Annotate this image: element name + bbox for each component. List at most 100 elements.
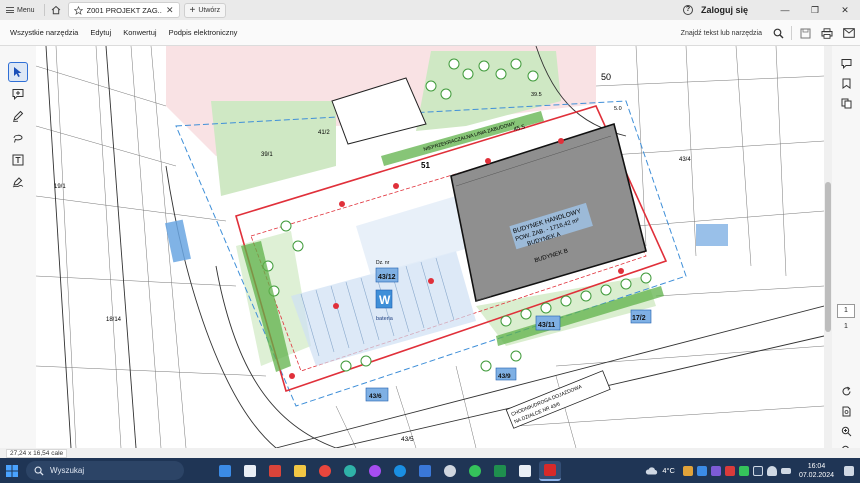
scrollbar-thumb[interactable] — [825, 182, 831, 332]
vertical-scrollbar[interactable] — [824, 46, 832, 448]
taskbar-search[interactable]: Wyszukaj — [26, 461, 184, 480]
clock[interactable]: 16:04 07.02.2024 — [799, 462, 834, 480]
mail-app-icon[interactable] — [214, 461, 236, 481]
title-bar: Menu Z001 PROJEKT ZAG... ✕ + Utwórz ? Za… — [0, 0, 860, 20]
draw-tool[interactable] — [8, 128, 28, 148]
stamp-tool[interactable] — [8, 172, 28, 192]
new-tab-button[interactable]: + Utwórz — [183, 2, 227, 18]
zoom-in-icon — [841, 426, 851, 436]
email-button[interactable] — [838, 22, 860, 44]
login-link[interactable]: Zaloguj się — [701, 5, 748, 15]
parcel-41-2: 41/2 — [318, 130, 330, 136]
right-tool-rail: 1 1 — [832, 46, 860, 455]
fit-page-button[interactable] — [837, 402, 855, 420]
zoom-in-button[interactable] — [837, 422, 855, 440]
parcel-43-5: 43/5 — [401, 436, 414, 443]
start-button[interactable] — [0, 458, 24, 483]
document-zoom-icon — [842, 406, 850, 416]
star-icon[interactable] — [73, 5, 83, 15]
chrome-icon[interactable] — [314, 461, 336, 481]
print-button[interactable] — [816, 22, 838, 44]
notifications-icon[interactable] — [844, 465, 854, 476]
messenger-icon[interactable] — [364, 461, 386, 481]
parcel-39-1: 39/1 — [261, 152, 273, 158]
menu-button[interactable]: Menu — [0, 2, 41, 18]
tray-app-icon[interactable] — [682, 465, 693, 476]
app-blue-icon[interactable] — [389, 461, 411, 481]
parcel-50: 50 — [601, 72, 611, 82]
parcel-19-1: 19/1 — [54, 184, 66, 190]
close-window-button[interactable]: ✕ — [830, 5, 860, 16]
pen-icon — [13, 110, 24, 122]
menu-convert[interactable]: Konwertuj — [121, 28, 158, 37]
calendar-app-icon[interactable] — [239, 461, 261, 481]
battery-icon[interactable] — [780, 467, 791, 474]
pages-icon — [841, 98, 851, 108]
parcel-18-14: 18/14 — [106, 317, 122, 323]
close-tab-icon[interactable]: ✕ — [166, 5, 174, 16]
parcel-51: 51 — [421, 161, 430, 170]
help-icon[interactable]: ? — [682, 5, 693, 15]
file-explorer-icon[interactable] — [289, 461, 311, 481]
printer-icon — [821, 27, 833, 39]
weather-widget[interactable]: 4°C — [645, 466, 675, 475]
rotate-button[interactable] — [837, 382, 855, 400]
minimize-button[interactable]: — — [770, 5, 800, 15]
parcel-43-9: 43/9 — [498, 373, 511, 380]
parcel-17-2: 17/2 — [632, 315, 646, 322]
acrobat-icon[interactable] — [539, 460, 561, 481]
paint-icon[interactable] — [514, 461, 536, 481]
find-text-label[interactable]: Znajdź tekst lub narzędzia — [681, 30, 762, 37]
bookmarks-button[interactable] — [837, 74, 855, 92]
building-commercial — [450, 122, 647, 303]
edge-icon[interactable] — [339, 461, 361, 481]
menu-label: Menu — [17, 6, 35, 14]
time: 16:04 — [807, 462, 826, 470]
document-viewport[interactable]: 50 51 41/2 39/1 43/4 43/12 43/11 17/2 43… — [36, 46, 824, 448]
page-number-input[interactable]: 1 — [837, 304, 855, 318]
system-tray: 4°C 16:04 07.02.2024 — [645, 458, 860, 483]
separator — [791, 26, 792, 40]
bluetooth-icon[interactable] — [696, 465, 707, 476]
highlight-tool[interactable] — [8, 106, 28, 126]
security-app-icon[interactable] — [264, 461, 286, 481]
page-total: 1 — [844, 323, 848, 330]
parcel-43-6: 43/6 — [369, 393, 382, 400]
w-sub-label: bateria — [376, 316, 394, 322]
tray-app-icon[interactable] — [738, 465, 749, 476]
temperature: 4°C — [662, 466, 675, 475]
maximize-button[interactable]: ❐ — [800, 5, 830, 16]
tab-document[interactable]: Z001 PROJEKT ZAG... ✕ — [67, 2, 180, 18]
tray-app-icon[interactable] — [724, 465, 735, 476]
search-button[interactable] — [767, 22, 789, 44]
search-icon — [773, 28, 783, 38]
menu-toolbar: Wszystkie narzędzia Edytuj Konwertuj Pod… — [0, 20, 860, 46]
menu-e-signature[interactable]: Podpis elektroniczny — [167, 28, 240, 37]
home-button[interactable] — [48, 2, 64, 18]
green-area-north — [211, 101, 336, 196]
envelope-icon — [843, 28, 855, 38]
whatsapp-icon[interactable] — [464, 461, 486, 481]
text-tool[interactable] — [8, 150, 28, 170]
bookmark-icon — [842, 78, 850, 89]
chat-icon[interactable] — [439, 461, 461, 481]
save-icon — [800, 28, 810, 38]
comments-panel-button[interactable] — [837, 54, 855, 72]
site-plan-drawing: 50 51 41/2 39/1 43/4 43/12 43/11 17/2 43… — [36, 46, 824, 448]
dimension-39-5: 39.5 — [531, 92, 542, 98]
menu-all-tools[interactable]: Wszystkie narzędzia — [8, 28, 80, 37]
store-icon[interactable] — [414, 461, 436, 481]
wifi-icon[interactable] — [766, 465, 777, 476]
comment-icon — [841, 58, 851, 69]
windows-taskbar: Wyszukaj 4°C 16:04 07.02.2024 — [0, 458, 860, 483]
save-button[interactable] — [794, 22, 816, 44]
lasso-icon — [13, 134, 23, 143]
menu-edit[interactable]: Edytuj — [88, 28, 113, 37]
pages-panel-button[interactable] — [837, 94, 855, 112]
add-comment-tool[interactable] — [8, 84, 28, 104]
excel-icon[interactable] — [489, 461, 511, 481]
tray-app-icon[interactable] — [752, 465, 763, 476]
select-tool[interactable] — [8, 62, 28, 82]
tray-app-icon[interactable] — [710, 465, 721, 476]
search-icon — [34, 466, 44, 476]
